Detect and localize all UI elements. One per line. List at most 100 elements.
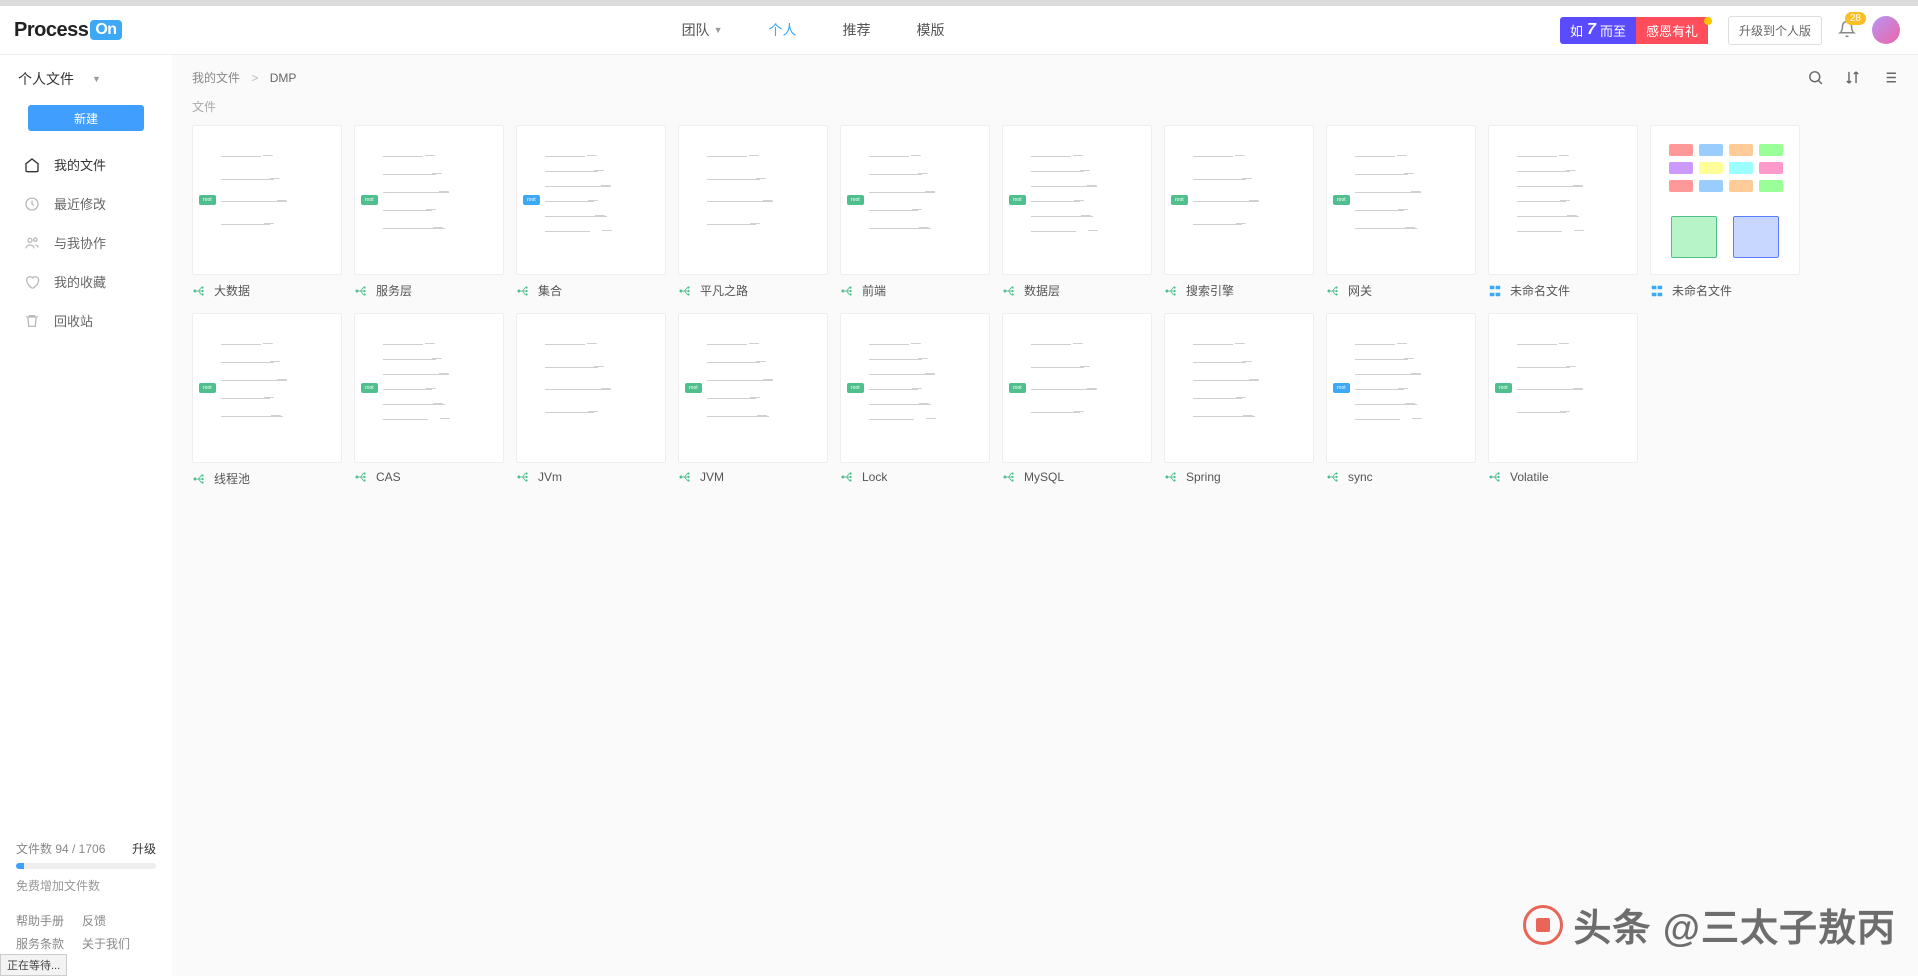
file-card[interactable]: ━━━━━━━━━━━━━━━━ JVm (516, 313, 666, 487)
sidebar: 个人文件 ▼ 新建 我的文件最近修改与我协作我的收藏回收站 文件数 94 / 1… (0, 55, 172, 976)
nav-template[interactable]: 模版 (916, 20, 944, 40)
file-card[interactable]: root━━━━━━━━━━━━━━━━━━━━━━━━ CAS (354, 313, 504, 487)
mindmap-icon (1164, 284, 1178, 298)
file-name: 数据层 (1024, 282, 1060, 299)
sidebar-item-label: 我的文件 (54, 155, 106, 174)
sidebar-item-label: 与我协作 (54, 233, 106, 252)
breadcrumb: 我的文件 > DMP (192, 69, 296, 86)
file-thumbnail: ━━━━━━━━━━━━━━━━━━━━ (1164, 313, 1314, 463)
file-thumbnail: root━━━━━━━━━━━━━━━━━━━━ (1326, 125, 1476, 275)
feedback-link[interactable]: 反馈 (82, 912, 106, 929)
file-card[interactable]: root━━━━━━━━━━━━━━━━━━━━━━━━ 集合 (516, 125, 666, 299)
watermark-text: 头条 @三太子敖丙 (1573, 897, 1896, 952)
file-thumbnail: root━━━━━━━━━━━━━━━━━━━━━━━━ (516, 125, 666, 275)
file-thumbnail: root━━━━━━━━━━━━━━━━━━━━━━━━ (1002, 125, 1152, 275)
file-card[interactable]: root━━━━━━━━━━━━━━━━━━━━前端 (840, 125, 990, 299)
notifications-button[interactable]: 28 (1838, 20, 1856, 41)
file-thumbnail: root━━━━━━━━━━━━━━━━ (1488, 313, 1638, 463)
file-thumbnail: root━━━━━━━━━━━━━━━━━━━━━━━━ (1326, 313, 1476, 463)
file-thumbnail: ━━━━━━━━━━━━━━━━ (516, 313, 666, 463)
sidebar-item-trash[interactable]: 回收站 (0, 301, 172, 340)
quota-hint[interactable]: 免费增加文件数 (16, 877, 156, 894)
file-name: JVm (538, 470, 562, 484)
star-icon (1704, 17, 1712, 25)
file-card[interactable]: root━━━━━━━━━━━━━━━━ Volatile (1488, 313, 1638, 487)
help-link[interactable]: 帮助手册 (16, 912, 64, 929)
file-card[interactable]: ━━━━━━━━━━━━━━━━━━━━ Spring (1164, 313, 1314, 487)
search-icon[interactable] (1807, 69, 1824, 86)
status-bar: 正在等待... (0, 954, 67, 976)
file-thumbnail: root━━━━━━━━━━━━━━━━━━━━ (678, 313, 828, 463)
file-thumbnail: root━━━━━━━━━━━━━━━━ (192, 125, 342, 275)
nav-recommend[interactable]: 推荐 (842, 20, 870, 40)
file-card[interactable]: root━━━━━━━━━━━━━━━━大数据 (192, 125, 342, 299)
sidebar-item-users[interactable]: 与我协作 (0, 223, 172, 262)
watermark: 头条 @三太子敖丙 (1523, 897, 1896, 952)
sidebar-item-heart[interactable]: 我的收藏 (0, 262, 172, 301)
sidebar-item-home[interactable]: 我的文件 (0, 145, 172, 184)
mindmap-icon (516, 470, 530, 484)
quota-upgrade-link[interactable]: 升级 (132, 840, 156, 857)
flowchart-icon (1650, 284, 1664, 298)
sidebar-item-label: 回收站 (54, 311, 93, 330)
file-card[interactable]: root━━━━━━━━━━━━━━━━━━━━━━━━Lock (840, 313, 990, 487)
file-card[interactable]: root━━━━━━━━━━━━━━━━搜索引擎 (1164, 125, 1314, 299)
file-name: 线程池 (214, 470, 250, 487)
file-name: Spring (1186, 470, 1221, 484)
file-name: Volatile (1510, 470, 1549, 484)
file-thumbnail: root━━━━━━━━━━━━━━━━━━━━ (840, 125, 990, 275)
file-card[interactable]: root━━━━━━━━━━━━━━━━━━━━━━━━sync (1326, 313, 1476, 487)
file-thumbnail: root━━━━━━━━━━━━━━━━ (1002, 313, 1152, 463)
file-card[interactable]: root━━━━━━━━━━━━━━━━━━━━网关 (1326, 125, 1476, 299)
logo[interactable]: Process On (14, 19, 122, 42)
file-name: 平凡之路 (700, 282, 748, 299)
new-button[interactable]: 新建 (28, 105, 144, 131)
nav-team[interactable]: 团队 ▼ (682, 20, 723, 40)
file-name: CAS (376, 470, 401, 484)
file-card[interactable]: root━━━━━━━━━━━━━━━━━━━━服务层 (354, 125, 504, 299)
trash-icon (24, 313, 40, 329)
promo-banner[interactable]: 如 7 而至 感恩有礼 (1560, 17, 1712, 44)
sort-icon[interactable] (1844, 69, 1861, 86)
heart-icon (24, 274, 40, 290)
file-name: 服务层 (376, 282, 412, 299)
breadcrumb-separator: > (251, 71, 258, 85)
file-thumbnail: root━━━━━━━━━━━━━━━━━━━━━━━━ (840, 313, 990, 463)
sidebar-selector[interactable]: 个人文件 ▼ (18, 69, 154, 89)
logo-text-b: On (90, 20, 121, 40)
file-name: MySQL (1024, 470, 1064, 484)
mindmap-icon (354, 470, 368, 484)
main-header: 我的文件 > DMP (172, 55, 1918, 94)
header: Process On 团队 ▼ 个人 推荐 模版 如 7 而至 感恩有礼 升级到… (0, 6, 1918, 55)
mindmap-icon (1002, 284, 1016, 298)
file-card[interactable]: root━━━━━━━━━━━━━━━━━━━━ 线程池 (192, 313, 342, 487)
logo-text-a: Process (14, 19, 88, 42)
home-icon (24, 157, 40, 173)
sidebar-menu: 我的文件最近修改与我协作我的收藏回收站 (0, 145, 172, 340)
sidebar-item-clock[interactable]: 最近修改 (0, 184, 172, 223)
mindmap-icon (840, 470, 854, 484)
nav-recommend-label: 推荐 (842, 20, 870, 40)
upgrade-button[interactable]: 升级到个人版 (1728, 16, 1822, 45)
file-card[interactable]: root━━━━━━━━━━━━━━━━━━━━━━━━ 数据层 (1002, 125, 1152, 299)
file-thumbnail: root━━━━━━━━━━━━━━━━━━━━━━━━ (354, 313, 504, 463)
flowchart-icon (1488, 284, 1502, 298)
file-card[interactable]: root━━━━━━━━━━━━━━━━━━━━ JVM (678, 313, 828, 487)
mindmap-icon (192, 472, 206, 486)
file-card[interactable]: ━━━━━━━━━━━━━━━━━━━━━━━━未命名文件 (1488, 125, 1638, 299)
file-thumbnail: root━━━━━━━━━━━━━━━━━━━━ (192, 313, 342, 463)
breadcrumb-root[interactable]: 我的文件 (192, 71, 240, 85)
file-card[interactable]: 未命名文件 (1650, 125, 1800, 299)
avatar[interactable] (1872, 16, 1900, 44)
tos-link[interactable]: 服务条款 (16, 935, 64, 952)
mindmap-icon (678, 470, 692, 484)
breadcrumb-current: DMP (270, 71, 297, 85)
file-name: 集合 (538, 282, 562, 299)
section-label: 文件 (172, 94, 1918, 125)
nav-personal[interactable]: 个人 (768, 20, 796, 40)
list-view-icon[interactable] (1881, 69, 1898, 86)
file-name: JVM (700, 470, 724, 484)
about-link[interactable]: 关于我们 (82, 935, 130, 952)
file-card[interactable]: root━━━━━━━━━━━━━━━━ MySQL (1002, 313, 1152, 487)
file-card[interactable]: ━━━━━━━━━━━━━━━━平凡之路 (678, 125, 828, 299)
